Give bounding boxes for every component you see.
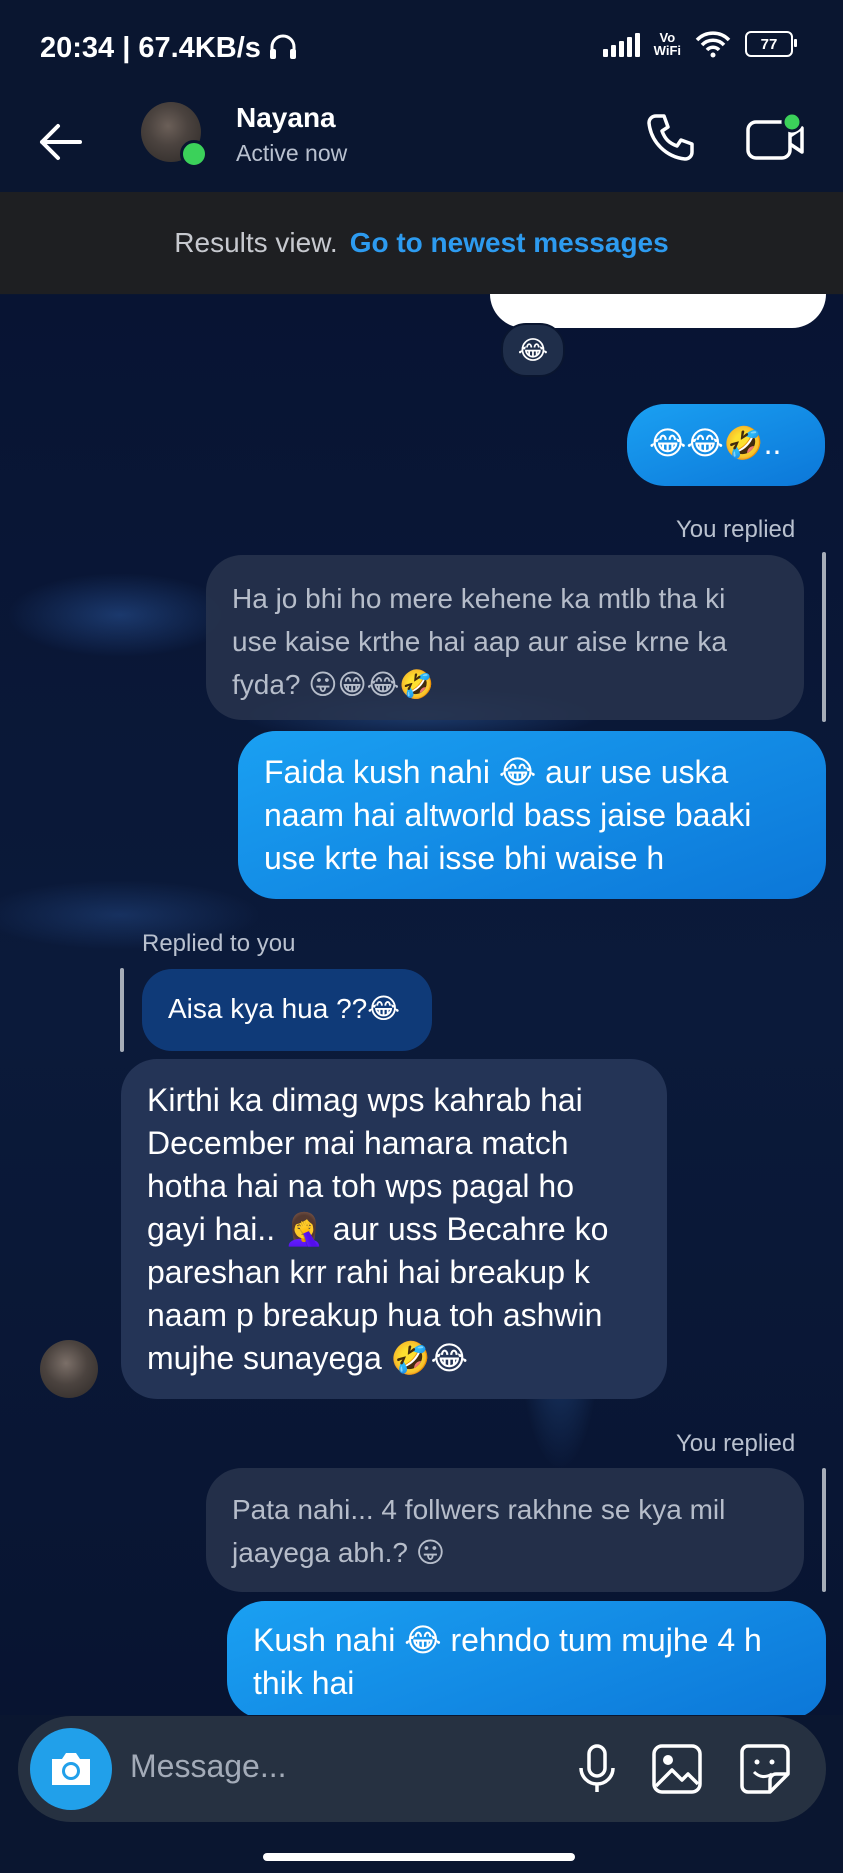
message-input[interactable]: Message... xyxy=(130,1748,287,1785)
chat-header: Nayana Active now xyxy=(0,96,843,192)
reply-bar xyxy=(120,968,124,1052)
wifi-icon xyxy=(695,31,731,58)
message-composer: Message... xyxy=(18,1716,826,1822)
signal-icon xyxy=(602,31,640,57)
results-view-banner: Results view. Go to newest messages xyxy=(0,192,843,294)
home-indicator[interactable] xyxy=(263,1853,575,1861)
results-view-text: Results view. xyxy=(174,227,338,258)
reply-bar xyxy=(822,1468,826,1592)
outgoing-message[interactable]: Faida kush nahi 😂 aur use uska naam hai … xyxy=(238,731,826,899)
gallery-icon[interactable] xyxy=(646,1738,708,1800)
go-to-newest-link[interactable]: Go to newest messages xyxy=(350,227,669,259)
incoming-message[interactable]: Kirthi ka dimag wps kahrab hai December … xyxy=(121,1059,667,1399)
headphones-icon xyxy=(269,34,296,59)
quoted-message[interactable]: Ha jo bhi ho mere kehene ka mtlb tha ki … xyxy=(206,555,804,720)
outgoing-message[interactable]: Kush nahi 😂 rehndo tum mujhe 4 h thik ha… xyxy=(227,1601,826,1719)
back-arrow-icon[interactable] xyxy=(34,116,86,168)
status-bar: 20:34 | 67.4KB/s Vo WiFi 77 xyxy=(0,0,843,96)
vowifi-indicator: Vo WiFi xyxy=(653,30,681,58)
outgoing-message[interactable]: 😂😂🤣.. xyxy=(627,404,825,486)
quoted-message[interactable]: Aisa kya hua ??😂 xyxy=(142,969,432,1051)
sender-avatar[interactable] xyxy=(40,1340,98,1398)
message-reaction[interactable]: 😂 xyxy=(501,323,565,377)
reply-label: You replied xyxy=(676,516,796,543)
reply-label: You replied xyxy=(676,1430,796,1457)
phone-icon[interactable] xyxy=(642,110,698,166)
camera-button[interactable] xyxy=(30,1728,112,1810)
battery-indicator: 77 xyxy=(745,31,797,57)
video-call-icon[interactable] xyxy=(744,110,806,166)
contact-status: Active now xyxy=(236,140,348,166)
contact-name[interactable]: Nayana xyxy=(236,102,336,134)
microphone-icon[interactable] xyxy=(566,1738,628,1800)
reply-bar xyxy=(822,552,826,722)
online-status-dot xyxy=(180,140,208,168)
reply-label: Replied to you xyxy=(142,930,296,957)
sticker-icon[interactable] xyxy=(734,1738,796,1800)
camera-icon xyxy=(52,1753,90,1785)
status-time: 20:34 | 67.4KB/s xyxy=(40,32,297,65)
quoted-message[interactable]: Pata nahi... 4 follwers rakhne se kya mi… xyxy=(206,1468,804,1592)
